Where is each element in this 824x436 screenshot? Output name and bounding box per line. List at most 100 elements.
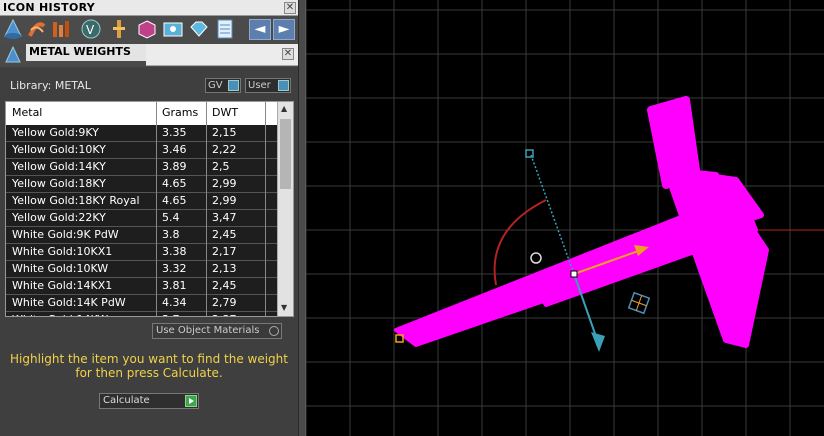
metal-cell: White Gold:14KX1	[12, 279, 113, 292]
gv-toggle[interactable]: GV	[205, 78, 241, 93]
dwt-cell: 2,5	[212, 160, 230, 173]
metal-cell: Yellow Gold:18KY Royal	[12, 194, 140, 207]
column-divider	[206, 102, 207, 316]
user-label: User	[248, 80, 271, 91]
column-header-metal[interactable]: Metal	[12, 106, 42, 119]
table-row[interactable]: White Gold:14KX1 3.81 2,45	[6, 278, 277, 295]
gizmo-dotted-axis	[530, 154, 575, 275]
rhino-cone-icon[interactable]	[2, 18, 24, 40]
cube-icon[interactable]	[136, 18, 158, 40]
instruction-text: Highlight the item you want to find the …	[9, 352, 288, 380]
grams-cell: 3.8	[162, 228, 180, 241]
dwt-cell: 2,99	[212, 177, 237, 190]
dwt-cell: 2,45	[212, 279, 237, 292]
ring-ribbon-icon[interactable]	[26, 18, 48, 40]
table-row[interactable]: Yellow Gold:18KY Royal 4.65 2,99	[6, 193, 277, 210]
gizmo-center-circle	[530, 252, 542, 264]
column-header-grams[interactable]: Grams	[162, 106, 198, 119]
scrollbar-thumb[interactable]	[280, 119, 291, 189]
document-icon[interactable]	[214, 18, 236, 40]
metal-cell: Yellow Gold:18KY	[12, 177, 106, 190]
icon-history-titlebar: ICON HISTORY ✕	[0, 0, 298, 16]
use-object-materials-option[interactable]: Use Object Materials	[152, 323, 282, 339]
icon-history-toolbar: V ◄ ►	[0, 16, 298, 43]
table-row[interactable]: Yellow Gold:22KY 5.4 3,47	[6, 210, 277, 227]
gv-label: GV	[208, 80, 223, 91]
grams-cell: 3.81	[162, 279, 187, 292]
metal-cell: White Gold:9K PdW	[12, 228, 119, 241]
table-row[interactable]: White Gold:10KX1 3.38 2,17	[6, 244, 277, 261]
gem-icon[interactable]	[188, 18, 210, 40]
dwt-cell: 3,47	[212, 211, 237, 224]
metal-cell: White Gold:14K PdW	[12, 296, 126, 309]
close-icon[interactable]: ✕	[282, 48, 294, 60]
svg-text:V: V	[86, 23, 95, 37]
metal-weights-table: Metal Grams DWT Yellow Gold:9KY 3.35 2,15 Y…	[5, 101, 294, 317]
use-object-materials-label: Use Object Materials	[156, 325, 260, 336]
grams-cell: 3.32	[162, 262, 187, 275]
dwt-cell: 2,22	[212, 143, 237, 156]
back-button[interactable]: ◄	[249, 19, 271, 40]
grams-cell: 4.65	[162, 177, 187, 190]
table-row[interactable]: Yellow Gold:14KY 3.89 2,5	[6, 159, 277, 176]
grams-cell: 5.4	[162, 211, 180, 224]
column-header-dwt[interactable]: DWT	[212, 106, 238, 119]
toggle-switch-icon	[228, 80, 239, 91]
dwt-cell: 2,37	[212, 313, 237, 316]
dwt-cell: 2,45	[212, 228, 237, 241]
table-row[interactable]: White Gold:14KW 3.7 2,37	[6, 312, 277, 316]
metal-cell: White Gold:10KX1	[12, 245, 113, 258]
grams-cell: 3.38	[162, 245, 187, 258]
table-row[interactable]: Yellow Gold:10KY 3.46 2,22	[6, 142, 277, 159]
gizmo-pivot	[570, 270, 578, 278]
calculate-label: Calculate	[103, 395, 150, 406]
metal-cell: Yellow Gold:22KY	[12, 211, 106, 224]
grams-cell: 3.35	[162, 126, 187, 139]
dwt-cell: 2,17	[212, 245, 237, 258]
user-toggle[interactable]: User	[245, 78, 291, 93]
titlebar-fill	[146, 44, 298, 66]
bars-icon[interactable]	[50, 18, 72, 40]
grams-cell: 3.89	[162, 160, 187, 173]
close-icon[interactable]: ✕	[284, 2, 296, 14]
column-divider	[156, 102, 157, 316]
gizmo-plane-handle	[627, 291, 651, 315]
radio-icon[interactable]	[269, 326, 279, 336]
scroll-up-icon[interactable]: ▲	[281, 104, 287, 113]
table-row[interactable]: Yellow Gold:18KY 4.65 2,99	[6, 176, 277, 193]
grams-cell: 4.65	[162, 194, 187, 207]
magenta-object[interactable]	[394, 96, 769, 348]
torch-icon[interactable]	[108, 18, 130, 40]
metal-cell: Yellow Gold:9KY	[12, 126, 99, 139]
metal-cell: White Gold:14KW	[12, 313, 108, 316]
play-arrow-icon[interactable]	[185, 395, 197, 407]
table-row[interactable]: White Gold:10KW 3.32 2,13	[6, 261, 277, 278]
table-header: Metal Grams DWT	[6, 102, 277, 124]
table-row[interactable]: White Gold:9K PdW 3.8 2,45	[6, 227, 277, 244]
viewport-canvas[interactable]	[306, 0, 824, 436]
left-panel: ICON HISTORY ✕ V ◄ ► METAL WEIGHTS ✕ Lib…	[0, 0, 298, 436]
calculate-button[interactable]: Calculate	[99, 393, 199, 409]
metal-cell: White Gold:10KW	[12, 262, 109, 275]
table-row[interactable]: White Gold:14K PdW 4.34 2,79	[6, 295, 277, 312]
dwt-cell: 2,79	[212, 296, 237, 309]
icon-history-title: ICON HISTORY	[3, 1, 96, 14]
vray-icon[interactable]: V	[80, 18, 102, 40]
library-label: Library: METAL	[10, 79, 91, 92]
forward-button[interactable]: ►	[273, 19, 295, 40]
render-icon[interactable]	[162, 18, 184, 40]
dwt-cell: 2,99	[212, 194, 237, 207]
scroll-down-icon[interactable]: ▼	[281, 303, 287, 312]
metal-cell: Yellow Gold:14KY	[12, 160, 106, 173]
grams-cell: 4.34	[162, 296, 187, 309]
grams-cell: 3.46	[162, 143, 187, 156]
table-row[interactable]: Yellow Gold:9KY 3.35 2,15	[6, 125, 277, 142]
table-scrollbar[interactable]: ▲ ▼	[277, 102, 293, 316]
table-body: Yellow Gold:9KY 3.35 2,15 Yellow Gold:10KY 3…	[6, 125, 277, 316]
panel-splitter[interactable]	[298, 0, 306, 436]
3d-viewport[interactable]	[306, 0, 824, 436]
metal-cell: Yellow Gold:10KY	[12, 143, 106, 156]
rhino-cone-icon	[2, 44, 24, 66]
dwt-cell: 2,15	[212, 126, 237, 139]
column-divider	[265, 102, 266, 316]
